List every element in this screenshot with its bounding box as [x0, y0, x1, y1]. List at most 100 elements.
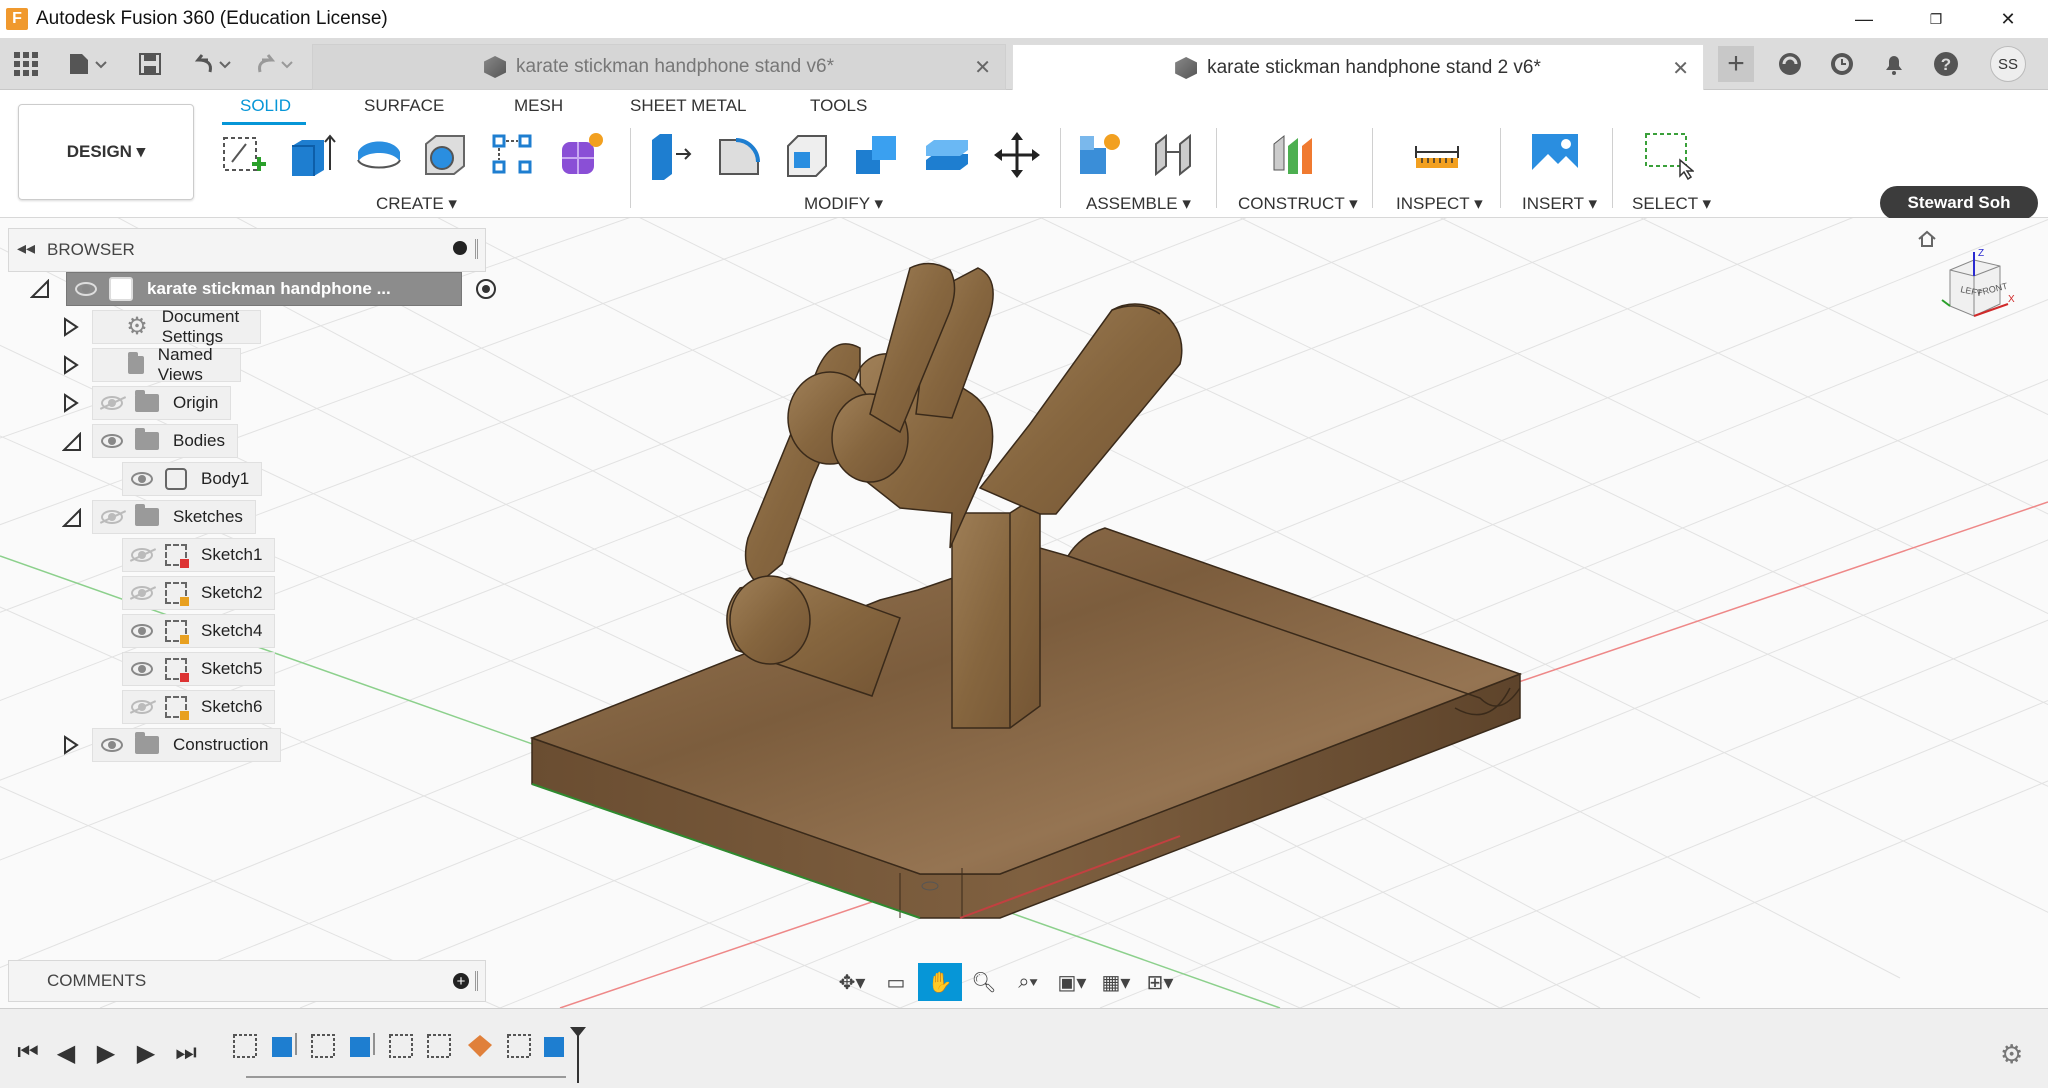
- expanded-triangle-icon[interactable]: [30, 279, 50, 299]
- 3d-viewport[interactable]: LEFT FRONT Z X: [0, 218, 2048, 1008]
- post-body[interactable]: [951, 492, 1041, 729]
- collapse-panel-icon[interactable]: ◂◂: [17, 238, 35, 259]
- extensions-icon[interactable]: [1772, 46, 1808, 82]
- viewports-icon[interactable]: ⊞▾: [1138, 963, 1182, 1001]
- joint-icon[interactable]: [1148, 130, 1198, 180]
- revolve-icon[interactable]: [354, 130, 404, 180]
- notifications-bell-icon[interactable]: [1876, 46, 1912, 82]
- pan-hand-icon[interactable]: ✋: [918, 963, 962, 1001]
- new-tab-plus-icon[interactable]: +: [1718, 46, 1754, 82]
- activate-radio-icon[interactable]: [476, 279, 496, 299]
- hole-icon[interactable]: [420, 130, 470, 180]
- pattern-icon[interactable]: [488, 130, 538, 180]
- minimize-button[interactable]: —: [1834, 0, 1894, 38]
- visibility-eye-icon[interactable]: [131, 548, 153, 562]
- grid-settings-icon[interactable]: ▦▾: [1094, 963, 1138, 1001]
- timeline-sketch-feature[interactable]: [507, 1034, 531, 1058]
- step-back-icon[interactable]: ◀: [52, 1039, 80, 1067]
- measure-icon[interactable]: [1412, 130, 1462, 180]
- press-pull-icon[interactable]: [646, 130, 696, 180]
- panel-grip-icon[interactable]: [475, 971, 478, 991]
- job-status-clock-icon[interactable]: [1824, 46, 1860, 82]
- tab-tools[interactable]: TOOLS: [810, 96, 867, 116]
- visibility-eye-icon[interactable]: [101, 510, 123, 524]
- visibility-eye-icon[interactable]: [101, 396, 123, 410]
- close-tab-icon[interactable]: ✕: [1672, 56, 1689, 81]
- tab-document-1[interactable]: karate stickman handphone stand v6* ✕: [312, 44, 1006, 90]
- insert-menu[interactable]: INSERT ▾: [1522, 194, 1597, 214]
- fillet-icon[interactable]: [714, 130, 764, 180]
- visibility-eye-icon[interactable]: [131, 586, 153, 600]
- timeline-features[interactable]: [226, 1027, 586, 1087]
- tab-document-2[interactable]: karate stickman handphone stand 2 v6* ✕: [1012, 44, 1704, 91]
- window-select-icon[interactable]: [1644, 130, 1694, 180]
- go-to-end-icon[interactable]: ⏭: [172, 1039, 200, 1067]
- user-avatar[interactable]: SS: [1990, 46, 2026, 82]
- create-form-icon[interactable]: [556, 130, 606, 180]
- home-view-icon[interactable]: [1916, 228, 1940, 252]
- inspect-menu[interactable]: INSPECT ▾: [1396, 194, 1483, 214]
- look-at-icon[interactable]: ▭: [874, 963, 918, 1001]
- panel-grip-icon[interactable]: [475, 239, 478, 259]
- collapsed-triangle-icon[interactable]: [62, 317, 80, 337]
- timeline-extrude-feature[interactable]: [544, 1037, 564, 1057]
- move-copy-icon[interactable]: [992, 130, 1042, 180]
- restore-button[interactable]: ❐: [1906, 0, 1966, 38]
- workspace-switcher-button[interactable]: DESIGN ▾: [18, 104, 194, 200]
- visibility-eye-icon[interactable]: [131, 624, 153, 638]
- play-icon[interactable]: ▶: [92, 1039, 120, 1067]
- tab-solid[interactable]: SOLID: [240, 96, 291, 116]
- visibility-eye-icon[interactable]: [75, 282, 97, 296]
- assemble-menu[interactable]: ASSEMBLE ▾: [1086, 194, 1191, 214]
- construct-menu[interactable]: CONSTRUCT ▾: [1238, 194, 1358, 214]
- timeline-sketch-feature[interactable]: [233, 1034, 257, 1058]
- tab-mesh[interactable]: MESH: [514, 96, 563, 116]
- timeline-settings-gear-icon[interactable]: ⚙: [2000, 1039, 2023, 1070]
- insert-canvas-icon[interactable]: [1530, 130, 1580, 180]
- orbit-icon[interactable]: ✥▾: [830, 963, 874, 1001]
- visibility-eye-icon[interactable]: [101, 738, 123, 752]
- viewcube[interactable]: LEFT FRONT Z X: [1938, 248, 2018, 328]
- timeline-sketch-feature[interactable]: [311, 1034, 335, 1058]
- create-menu[interactable]: CREATE ▾: [376, 194, 457, 214]
- canvas-scene[interactable]: [0, 218, 2048, 1008]
- file-menu-icon[interactable]: [66, 46, 110, 82]
- browser-root-row[interactable]: karate stickman handphone ...: [30, 272, 496, 306]
- close-tab-icon[interactable]: ✕: [974, 55, 991, 80]
- display-settings-icon[interactable]: ▣▾: [1050, 963, 1094, 1001]
- undo-icon[interactable]: [188, 46, 238, 82]
- timeline-sketch-feature[interactable]: [427, 1034, 451, 1058]
- collapsed-triangle-icon[interactable]: [62, 355, 80, 375]
- new-component-icon[interactable]: [1076, 130, 1126, 180]
- visibility-eye-icon[interactable]: [131, 472, 153, 486]
- expanded-triangle-icon[interactable]: [62, 432, 82, 452]
- redo-icon[interactable]: [250, 46, 300, 82]
- user-name-badge[interactable]: Steward Soh: [1880, 186, 2038, 220]
- minimize-panel-icon[interactable]: [453, 241, 467, 255]
- timeline-appearance-feature[interactable]: [468, 1035, 492, 1057]
- offset-plane-icon[interactable]: [1270, 130, 1320, 180]
- timeline-sketch-feature[interactable]: [389, 1034, 413, 1058]
- combine-icon[interactable]: [852, 130, 902, 180]
- tab-surface[interactable]: SURFACE: [364, 96, 444, 116]
- offset-face-icon[interactable]: [922, 130, 972, 180]
- collapsed-triangle-icon[interactable]: [62, 735, 80, 755]
- expanded-triangle-icon[interactable]: [62, 508, 82, 528]
- step-forward-icon[interactable]: ▶: [132, 1039, 160, 1067]
- visibility-eye-icon[interactable]: [131, 700, 153, 714]
- close-button[interactable]: ✕: [1978, 0, 2038, 38]
- extrude-icon[interactable]: [286, 130, 336, 180]
- add-comment-icon[interactable]: +: [453, 973, 469, 990]
- visibility-eye-icon[interactable]: [101, 434, 123, 448]
- tab-sheet-metal[interactable]: SHEET METAL: [630, 96, 747, 116]
- fit-zoom-icon[interactable]: ⌕▾: [1006, 963, 1050, 1001]
- collapsed-triangle-icon[interactable]: [62, 393, 80, 413]
- zoom-icon[interactable]: 🔍︎: [962, 963, 1006, 1001]
- visibility-eye-icon[interactable]: [131, 662, 153, 676]
- shell-icon[interactable]: [782, 130, 832, 180]
- app-grid-icon[interactable]: [10, 46, 42, 82]
- save-icon[interactable]: [136, 46, 164, 82]
- timeline-extrude-feature[interactable]: [272, 1033, 297, 1057]
- go-to-start-icon[interactable]: ⏮: [14, 1039, 42, 1067]
- timeline-marker[interactable]: [570, 1027, 586, 1083]
